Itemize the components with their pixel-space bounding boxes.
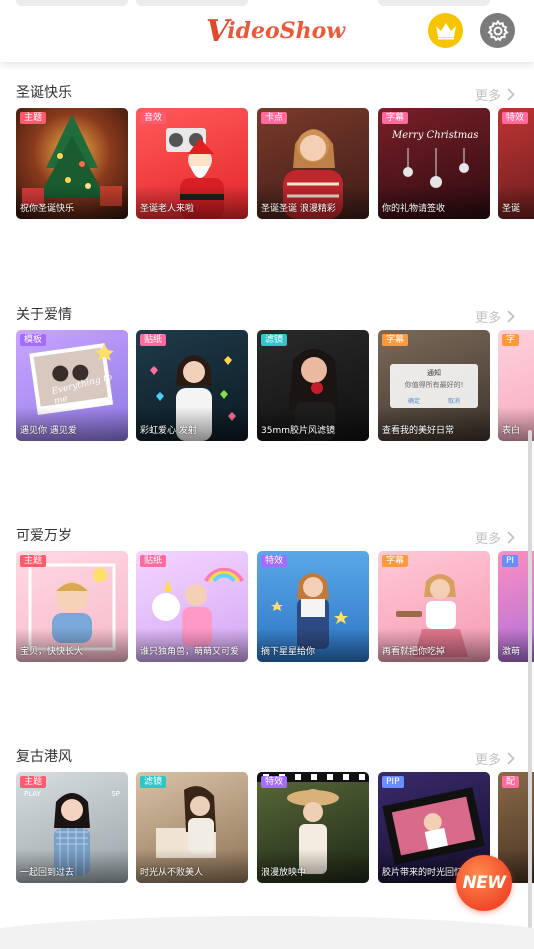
- card-tag: 字幕: [382, 112, 409, 124]
- notice-title: 通知: [427, 369, 441, 377]
- card-caption: 彩虹爱心 发射: [140, 426, 197, 436]
- card-tag: 滤镜: [261, 334, 288, 346]
- card-tag: 模板: [20, 334, 47, 346]
- vip-button[interactable]: [428, 13, 463, 48]
- scrollbar[interactable]: [528, 430, 532, 940]
- template-card[interactable]: PLAY SP 主题 一起回到过去: [16, 772, 128, 883]
- section-title: 可爱万岁: [16, 528, 72, 544]
- notice-cancel: 取消: [448, 398, 461, 405]
- template-card[interactable]: 字 表白: [498, 330, 534, 441]
- card-caption: 浪漫放映中: [261, 868, 307, 878]
- template-card[interactable]: Everything to me 模板 遇见你 遇见爱: [16, 330, 128, 441]
- more-link[interactable]: 更多: [475, 749, 515, 768]
- chevron-right-icon: [507, 531, 515, 544]
- template-card[interactable]: 特效 摘下星星给你: [257, 551, 369, 662]
- section-love: 关于爱情 更多 Everything to me 模板 遇见你 遇见爱 贴纸 彩…: [0, 304, 534, 454]
- notice-ok: 确定: [408, 398, 421, 405]
- videoshow-logo: VideoShow: [206, 13, 346, 49]
- card-caption: 遇见你 遇见爱: [20, 426, 77, 436]
- card-caption: 祝你圣诞快乐: [20, 204, 75, 214]
- card-tag: 贴纸: [140, 334, 167, 346]
- card-tag: PIP: [382, 776, 404, 788]
- section-title: 复古港风: [16, 749, 72, 765]
- template-card[interactable]: 贴纸 谁只独角兽，萌萌又可爱: [136, 551, 248, 662]
- card-caption: 谁只独角兽，萌萌又可爱: [140, 647, 240, 657]
- template-carousel[interactable]: 主题 祝你圣诞快乐 音效 圣诞老人来啦 卡点 圣诞圣诞 浪漫精彩 Merry C…: [16, 108, 534, 220]
- card-caption: 摘下星星给你: [261, 647, 316, 657]
- card-caption: 时光从不败美人: [140, 868, 204, 878]
- card-caption: 一起回到过去: [20, 868, 75, 878]
- template-card[interactable]: 字幕 再看就把你吃掉: [378, 551, 490, 662]
- card-tag: 音效: [140, 112, 167, 124]
- template-card[interactable]: 主题 祝你圣诞快乐: [16, 108, 128, 219]
- section-title: 圣诞快乐: [16, 85, 72, 101]
- template-card[interactable]: 主题 宝贝，快快长大: [16, 551, 128, 662]
- template-card[interactable]: 贴纸 彩虹爱心 发射: [136, 330, 248, 441]
- notice-dialog: 通知 你值得所有最好的! 确定 取消: [390, 364, 478, 408]
- settings-button[interactable]: [480, 13, 515, 48]
- template-card[interactable]: Merry Christmas 字幕 你的礼物请签收: [378, 108, 490, 219]
- card-tag: 特效: [502, 112, 529, 124]
- card-tag: 特效: [261, 555, 288, 567]
- card-tag: 贴纸: [140, 555, 167, 567]
- section-retro-hk: 复古港风 更多 PLAY SP 主题 一起回到过去 滤镜 时光从不败美人 特效 …: [0, 746, 534, 896]
- card-tag: 主题: [20, 112, 47, 124]
- chevron-right-icon: [507, 752, 515, 765]
- card-caption: 查看我的美好日常: [382, 426, 455, 436]
- card-caption: 圣诞: [502, 204, 521, 214]
- card-caption: 宝贝，快快长大: [20, 647, 84, 657]
- card-tag: 特效: [261, 776, 288, 788]
- top-header: VideoShow: [0, 0, 534, 62]
- template-card[interactable]: 滤镜 35mm胶片风滤镜: [257, 330, 369, 441]
- template-card[interactable]: 卡点 圣诞圣诞 浪漫精彩: [257, 108, 369, 219]
- more-link[interactable]: 更多: [475, 528, 515, 547]
- section-title: 关于爱情: [16, 307, 72, 323]
- more-link[interactable]: 更多: [475, 85, 515, 104]
- template-card[interactable]: 特效 浪漫放映中: [257, 772, 369, 883]
- card-tag: 配: [502, 776, 520, 788]
- card-tag: 主题: [20, 776, 47, 788]
- more-link[interactable]: 更多: [475, 307, 515, 326]
- previous-row-edge: [16, 0, 128, 6]
- home-screen: VideoShow 圣诞快乐 更多 主题 祝你圣诞快乐 音效 圣诞老人来啦 卡点…: [0, 0, 534, 949]
- template-card[interactable]: 音效 圣诞老人来啦: [136, 108, 248, 219]
- template-card[interactable]: 滤镜 时光从不败美人: [136, 772, 248, 883]
- notice-body: 你值得所有最好的!: [404, 381, 464, 389]
- chevron-right-icon: [507, 310, 515, 323]
- card-caption: 你的礼物请签收: [382, 204, 446, 214]
- card-caption: 圣诞老人来啦: [140, 204, 195, 214]
- card-tag: 字幕: [382, 555, 409, 567]
- crown-icon: [435, 22, 456, 39]
- new-badge-label: NEW: [462, 873, 506, 893]
- card-tag: 卡点: [261, 112, 288, 124]
- section-christmas: 圣诞快乐 更多 主题 祝你圣诞快乐 音效 圣诞老人来啦 卡点 圣诞圣诞 浪漫精彩…: [0, 82, 534, 232]
- template-carousel[interactable]: Everything to me 模板 遇见你 遇见爱 贴纸 彩虹爱心 发射 滤…: [16, 330, 534, 442]
- new-badge-button[interactable]: NEW: [456, 855, 512, 911]
- section-cute: 可爱万岁 更多 主题 宝贝，快快长大 贴纸 谁只独角兽，萌萌又可爱 特效 摘下星…: [0, 525, 534, 675]
- template-carousel[interactable]: PLAY SP 主题 一起回到过去 滤镜 时光从不败美人 特效 浪漫放映中 PI…: [16, 772, 534, 884]
- previous-row-edge: [378, 0, 490, 6]
- card-caption: 35mm胶片风滤镜: [261, 426, 335, 436]
- card-tag: 滤镜: [140, 776, 167, 788]
- template-card[interactable]: 通知 你值得所有最好的! 确定 取消 字幕 查看我的美好日常: [378, 330, 490, 441]
- card-tag: PI: [502, 555, 519, 567]
- previous-row-edge: [136, 0, 248, 6]
- gear-icon: [486, 19, 509, 41]
- card-caption: 圣诞圣诞 浪漫精彩: [261, 204, 336, 214]
- card-caption: 再看就把你吃掉: [382, 647, 446, 657]
- card-tag: 主题: [20, 555, 47, 567]
- template-card[interactable]: 特效 圣诞: [498, 108, 534, 219]
- card-tag: 字: [502, 334, 520, 346]
- bottom-bar: [0, 916, 534, 949]
- chevron-right-icon: [507, 88, 515, 101]
- card-tag: 字幕: [382, 334, 409, 346]
- template-carousel[interactable]: 主题 宝贝，快快长大 贴纸 谁只独角兽，萌萌又可爱 特效 摘下星星给你 字幕 再…: [16, 551, 534, 663]
